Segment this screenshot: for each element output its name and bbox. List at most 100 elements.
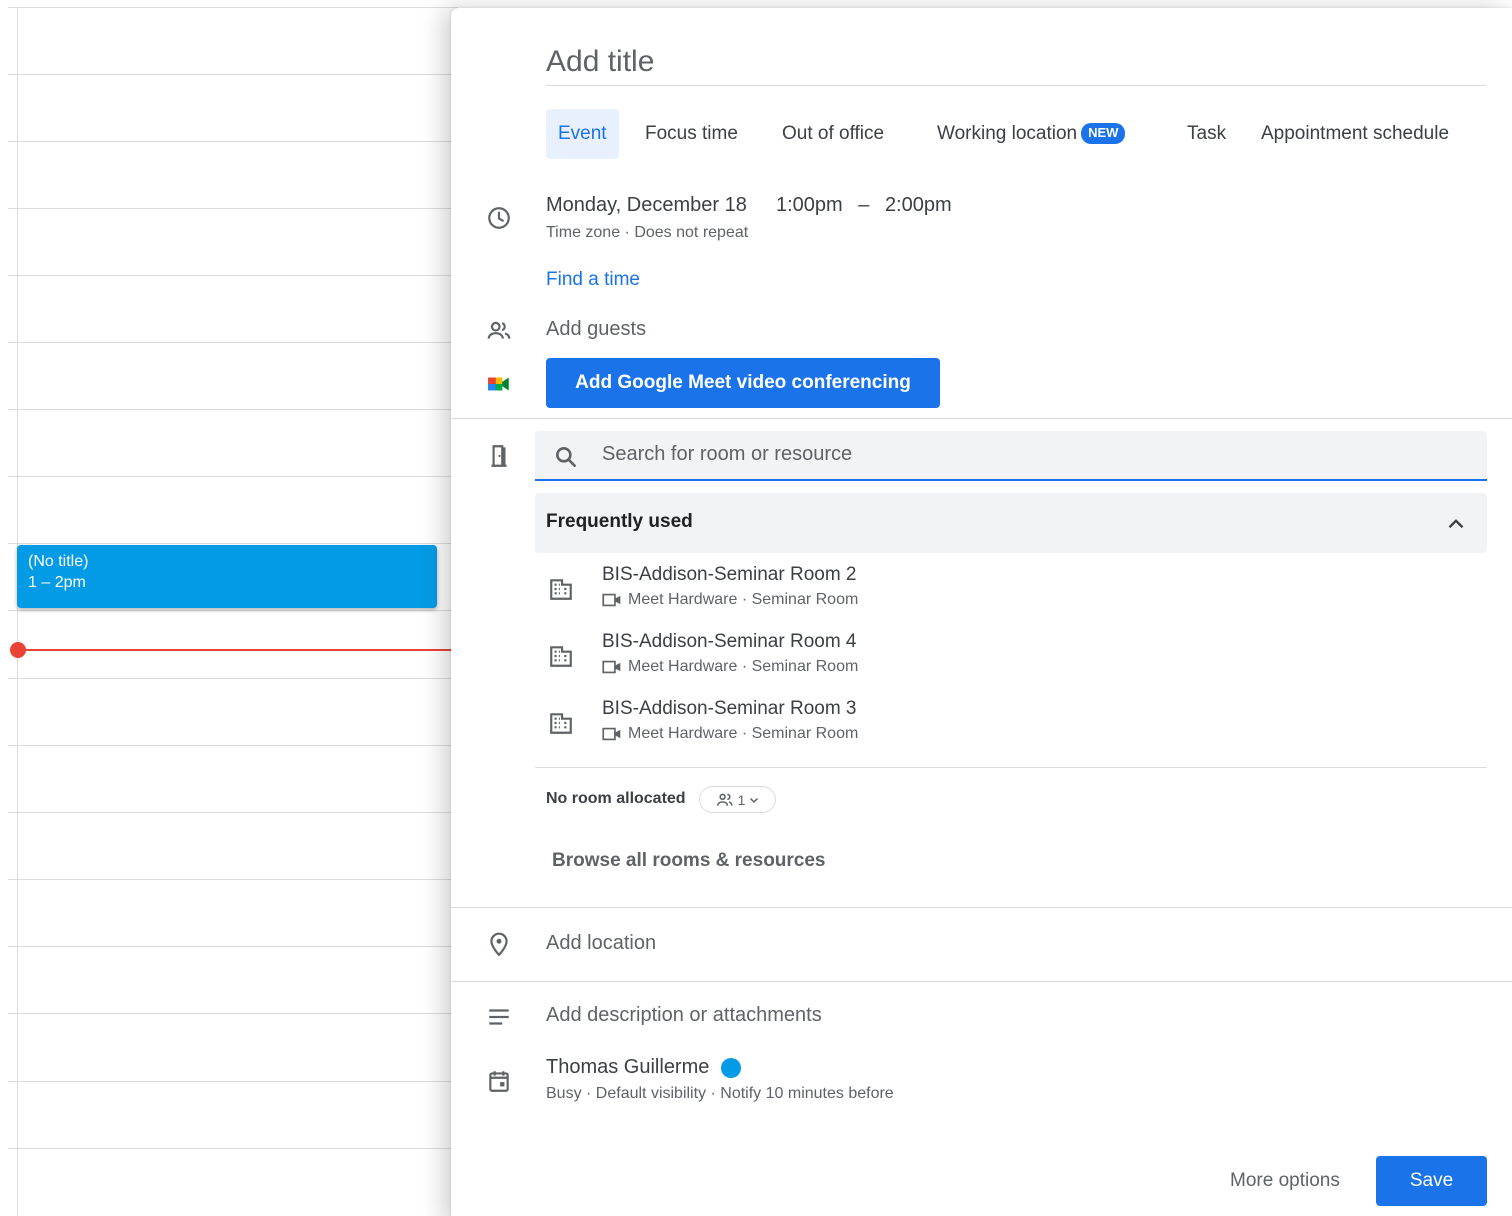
hour-line <box>8 275 458 276</box>
visibility-setting[interactable]: Default visibility <box>596 1085 706 1102</box>
attendee-count: 1 <box>737 791 746 808</box>
video-camera-icon <box>602 726 622 742</box>
hour-line <box>8 208 458 209</box>
room-meta: Meet Hardware · Seminar Room <box>602 591 858 609</box>
room-type: Seminar Room <box>751 658 859 675</box>
time-separator: – <box>858 194 870 216</box>
room-list-item[interactable]: BIS-Addison-Seminar Room 3 Meet Hardware… <box>546 698 1446 758</box>
building-icon <box>546 708 576 738</box>
current-time-dot <box>10 642 26 658</box>
hour-line <box>8 812 458 813</box>
building-icon <box>546 574 576 604</box>
hour-line <box>8 1081 458 1082</box>
calendar-icon <box>484 1066 514 1096</box>
title-input[interactable]: Add title <box>546 40 1486 86</box>
busy-status[interactable]: Busy <box>546 1085 582 1102</box>
no-room-allocated-label: No room allocated <box>546 790 686 807</box>
notification-setting[interactable]: Notify 10 minutes before <box>720 1085 893 1102</box>
hour-line <box>8 1148 458 1149</box>
tab-working-location-label: Working location <box>937 123 1078 144</box>
tab-task[interactable]: Task <box>1187 109 1226 159</box>
add-google-meet-button[interactable]: Add Google Meet video conferencing <box>546 358 940 408</box>
date-selector[interactable]: Monday, December 18 <box>546 194 747 216</box>
hour-line <box>8 946 458 947</box>
room-list-item[interactable]: BIS-Addison-Seminar Room 4 Meet Hardware… <box>546 631 1446 691</box>
room-hardware: Meet Hardware <box>628 725 738 742</box>
room-type: Seminar Room <box>751 725 859 742</box>
section-divider <box>451 981 1512 982</box>
room-name: BIS-Addison-Seminar Room 2 <box>602 564 857 585</box>
tab-appointment-schedule[interactable]: Appointment schedule <box>1261 109 1449 159</box>
people-icon <box>484 316 514 346</box>
add-description-input[interactable]: Add description or attachments <box>546 1004 822 1027</box>
current-time-line <box>18 649 458 651</box>
room-meta: Meet Hardware · Seminar Room <box>602 658 858 676</box>
hour-line <box>8 879 458 880</box>
hour-line <box>8 342 458 343</box>
tab-out-of-office[interactable]: Out of office <box>782 109 884 159</box>
hour-line <box>8 543 458 544</box>
room-hardware: Meet Hardware <box>628 658 738 675</box>
calendar-owner-name: Thomas Guillerme <box>546 1056 710 1078</box>
search-icon <box>551 442 581 472</box>
section-divider <box>451 418 1512 419</box>
grid-line <box>17 8 18 1216</box>
hour-line <box>8 1013 458 1014</box>
calendar-day-grid[interactable] <box>0 0 460 1216</box>
room-search-input[interactable]: Search for room or resource <box>535 431 1487 481</box>
attendee-count-chip[interactable]: 1 <box>699 786 776 813</box>
tab-focus-time[interactable]: Focus time <box>645 109 738 159</box>
frequently-used-header[interactable]: Frequently used <box>535 493 1487 553</box>
description-lines-icon <box>484 1002 514 1032</box>
repeat-selector[interactable]: Does not repeat <box>634 224 748 241</box>
end-time-selector[interactable]: 2:00pm <box>885 194 952 216</box>
room-name: BIS-Addison-Seminar Room 3 <box>602 698 857 719</box>
add-location-input[interactable]: Add location <box>546 932 656 955</box>
hour-line <box>8 409 458 410</box>
calendar-selector[interactable]: Thomas Guillerme <box>546 1056 742 1079</box>
video-camera-icon <box>602 659 622 675</box>
save-button[interactable]: Save <box>1376 1156 1487 1206</box>
hour-line <box>8 141 458 142</box>
building-icon <box>546 641 576 671</box>
new-badge: NEW <box>1081 123 1126 144</box>
people-icon <box>715 792 735 808</box>
hour-line <box>8 678 458 679</box>
hour-line <box>8 476 458 477</box>
clock-icon <box>484 203 514 233</box>
hour-line <box>8 74 458 75</box>
chevron-up-icon[interactable] <box>1441 509 1471 539</box>
event-block-title: (No title) <box>28 553 89 570</box>
rooms-divider <box>535 767 1487 768</box>
start-time-selector[interactable]: 1:00pm <box>776 194 843 216</box>
find-a-time-link[interactable]: Find a time <box>546 269 640 291</box>
frequently-used-label: Frequently used <box>546 511 693 532</box>
room-name: BIS-Addison-Seminar Room 4 <box>602 631 857 652</box>
calendar-settings-line: Busy · Default visibility · Notify 10 mi… <box>546 1085 894 1102</box>
tab-event[interactable]: Event <box>546 109 619 159</box>
room-type: Seminar Room <box>751 591 859 608</box>
timezone-repeat-line: Time zone · Does not repeat <box>546 224 749 241</box>
event-block-time: 1 – 2pm <box>28 574 86 591</box>
add-guests-input[interactable]: Add guests <box>546 318 646 341</box>
more-options-button[interactable]: More options <box>1216 1156 1354 1206</box>
video-camera-icon <box>602 592 622 608</box>
section-divider <box>451 907 1512 908</box>
grid-line <box>8 7 458 8</box>
tab-working-location[interactable]: Working location NEW <box>937 109 1126 159</box>
hour-line <box>8 610 458 611</box>
room-meta: Meet Hardware · Seminar Room <box>602 725 858 743</box>
room-hardware: Meet Hardware <box>628 591 738 608</box>
hour-line <box>8 745 458 746</box>
chevron-down-icon <box>748 794 760 806</box>
browse-rooms-button[interactable]: Browse all rooms & resources <box>552 850 826 872</box>
calendar-event-block[interactable]: (No title) 1 – 2pm <box>17 545 437 608</box>
door-icon <box>484 441 514 471</box>
calendar-color-dot <box>721 1057 742 1078</box>
google-meet-icon <box>484 369 514 399</box>
location-pin-icon <box>484 929 514 959</box>
room-search-placeholder: Search for room or resource <box>602 443 853 465</box>
event-datetime: Monday, December 18 1:00pm – 2:00pm <box>546 194 952 217</box>
timezone-link[interactable]: Time zone <box>546 224 620 241</box>
room-list-item[interactable]: BIS-Addison-Seminar Room 2 Meet Hardware… <box>546 564 1446 624</box>
